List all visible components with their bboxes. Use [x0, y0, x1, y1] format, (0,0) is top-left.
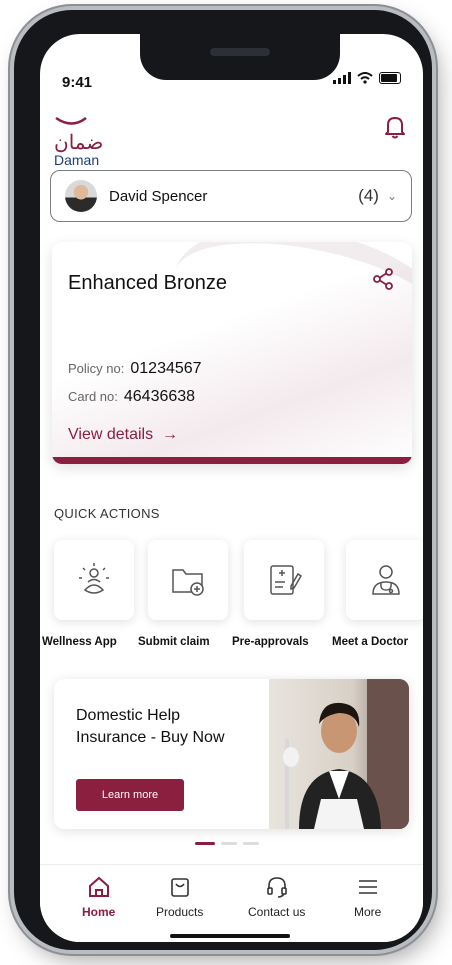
carousel-dot[interactable] [195, 842, 215, 845]
housekeeper-illustration [283, 679, 409, 829]
daman-logo: ضمان Daman [54, 114, 103, 168]
card-accent-bar [52, 457, 412, 464]
app-screen: 9:41 ضمان Daman David Spencer (4) ⌄ Enha… [40, 34, 423, 942]
doctor-icon [372, 565, 400, 595]
policy-label: Policy no: [68, 361, 125, 376]
tab-home[interactable]: Home [82, 875, 115, 919]
quick-action-submit-claim[interactable] [148, 540, 228, 620]
plan-name: Enhanced Bronze [68, 272, 228, 294]
tab-more-label: More [354, 905, 382, 919]
signal-icon [333, 72, 351, 84]
logo-arabic: ضمان [54, 130, 104, 154]
home-indicator [170, 934, 290, 938]
arrow-right-icon: → [157, 426, 178, 443]
member-selector[interactable]: David Spencer (4) ⌄ [50, 170, 412, 222]
battery-icon [379, 72, 401, 84]
member-count: (4) [358, 186, 379, 205]
quick-actions-row [54, 540, 423, 630]
tab-contact-us[interactable]: Contact us [248, 875, 305, 919]
member-name: David Spencer [109, 187, 208, 205]
phone-frame: 9:41 ضمان Daman David Spencer (4) ⌄ Enha… [14, 10, 432, 950]
promo-banner[interactable]: Domestic Help Insurance - Buy Now Learn … [54, 679, 409, 829]
submit-claim-label: Submit claim [138, 636, 210, 648]
wellness-app-label: Wellness App [42, 636, 117, 648]
card-label: Card no: [68, 389, 118, 404]
policy-number-row: Policy no: 01234567 [68, 360, 202, 378]
carousel-dot[interactable] [221, 842, 237, 845]
menu-icon [358, 880, 377, 894]
pre-approvals-label: Pre-approvals [232, 636, 309, 648]
bottom-tab-bar: Home Products Contact us More [40, 864, 423, 942]
speaker [210, 48, 270, 56]
avatar [65, 180, 97, 212]
quick-action-meet-doctor[interactable] [346, 540, 423, 620]
headset-icon [266, 877, 287, 898]
wifi-icon [357, 72, 373, 84]
quick-action-pre-approvals[interactable] [244, 540, 324, 620]
logo-swoosh-icon [55, 116, 87, 125]
meet-doctor-label: Meet a Doctor [332, 636, 409, 648]
tab-more[interactable]: More [354, 875, 381, 919]
promo-headline: Domestic Help Insurance - Buy Now [76, 707, 225, 746]
medical-form-icon [270, 565, 303, 595]
wellness-icon [79, 563, 109, 594]
tab-products-label: Products [156, 905, 204, 919]
card-number-row: Card no: 46436638 [68, 388, 195, 406]
carousel-indicator [195, 842, 259, 845]
share-icon[interactable] [372, 268, 394, 290]
learn-more-button[interactable]: Learn more [76, 779, 184, 811]
quick-actions-title: QUICK ACTIONS [54, 506, 160, 521]
quick-action-wellness[interactable] [54, 540, 134, 620]
bag-icon [170, 878, 189, 897]
carousel-dot[interactable] [243, 842, 259, 845]
home-icon [88, 876, 109, 897]
notch [140, 34, 340, 80]
status-time: 9:41 [62, 74, 93, 91]
folder-add-icon [172, 569, 204, 596]
tab-contact-us-label: Contact us [248, 905, 306, 919]
view-details-link[interactable]: View details → [68, 426, 178, 444]
view-details-label: View details [68, 426, 154, 443]
notification-bell-icon[interactable] [383, 114, 407, 140]
policy-card[interactable]: Enhanced Bronze Policy no: 01234567 Card … [52, 242, 412, 464]
tab-products[interactable]: Products [156, 875, 203, 919]
logo-english: Daman [54, 152, 100, 168]
status-icons [333, 72, 401, 84]
card-number: 46436638 [123, 388, 196, 405]
tab-home-label: Home [82, 905, 116, 919]
chevron-down-icon: ⌄ [386, 189, 397, 203]
policy-number: 01234567 [130, 360, 202, 377]
